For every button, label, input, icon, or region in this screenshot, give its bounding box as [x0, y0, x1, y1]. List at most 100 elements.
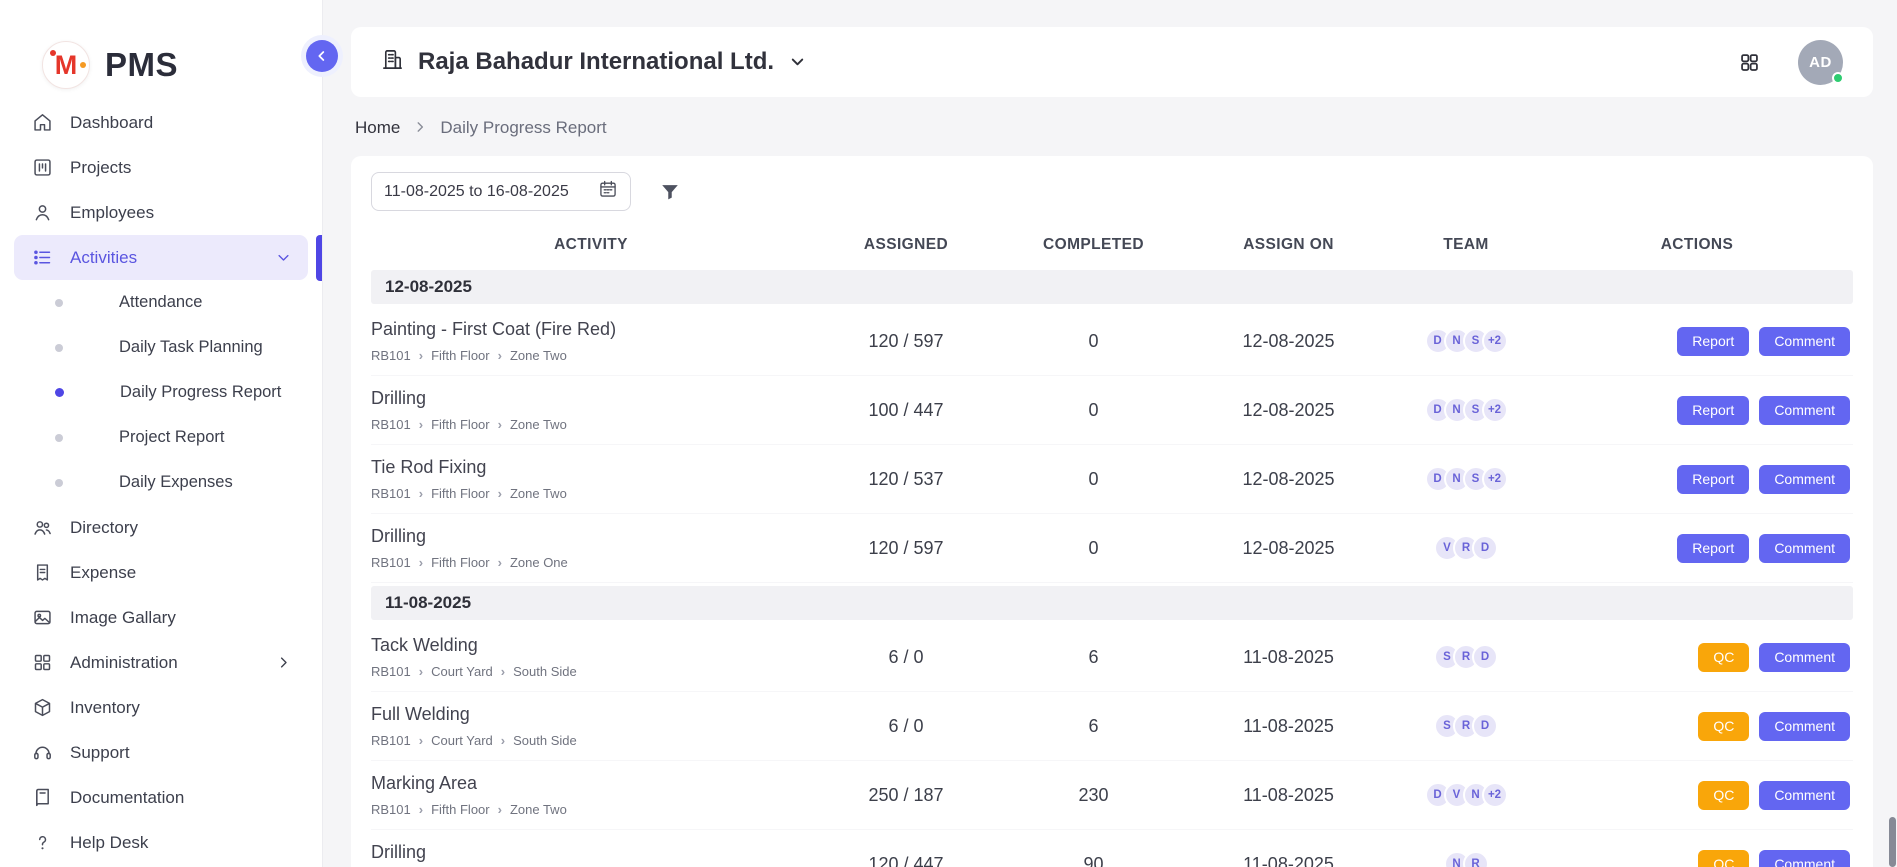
path-segment: South Side [513, 664, 577, 679]
comment-button[interactable]: Comment [1759, 396, 1850, 425]
date-range-input[interactable]: 11-08-2025 to 16-08-2025 [371, 172, 631, 211]
sidebar-item-projects[interactable]: Projects [14, 145, 308, 190]
sidebar-collapse-button[interactable] [306, 40, 338, 72]
sidebar-item-administration[interactable]: Administration [14, 640, 308, 685]
completed-value: 6 [1001, 716, 1186, 737]
assign-on-value: 12-08-2025 [1186, 400, 1391, 421]
scrollbar-thumb[interactable] [1889, 817, 1896, 867]
report-button[interactable]: Report [1677, 327, 1749, 356]
sidebar-item-label: Documentation [70, 788, 184, 808]
team-extra-badge[interactable]: +2 [1482, 397, 1508, 423]
team-extra-badge[interactable]: +2 [1482, 328, 1508, 354]
top-header: Raja Bahadur International Ltd. AD [351, 27, 1873, 97]
comment-button[interactable]: Comment [1759, 850, 1850, 867]
sidebar-item-label: Employees [70, 203, 154, 223]
company-selector[interactable]: Raja Bahadur International Ltd. [381, 48, 807, 76]
activity-title: Drilling [371, 842, 811, 863]
assign-on-value: 11-08-2025 [1186, 716, 1391, 737]
sidebar-item-directory[interactable]: Directory [14, 505, 308, 550]
logo-dot [80, 62, 86, 68]
date-range-value: 11-08-2025 to 16-08-2025 [384, 183, 569, 201]
table-row: Full Welding RB101›Court Yard›South Side… [371, 692, 1853, 761]
apps-grid-icon[interactable] [1739, 52, 1760, 73]
administration-icon [31, 652, 53, 673]
team-extra-badge[interactable]: +2 [1482, 782, 1508, 808]
comment-button[interactable]: Comment [1759, 465, 1850, 494]
column-header-actions: ACTIONS [1541, 236, 1853, 254]
path-segment: Court Yard [431, 733, 493, 748]
team-member-avatar[interactable]: D [1472, 535, 1498, 561]
breadcrumb-home[interactable]: Home [355, 118, 400, 138]
team-member-avatar[interactable]: D [1472, 644, 1498, 670]
comment-button[interactable]: Comment [1759, 712, 1850, 741]
sidebar-item-label: Inventory [70, 698, 140, 718]
activity-title: Painting - First Coat (Fire Red) [371, 319, 811, 340]
completed-value: 230 [1001, 785, 1186, 806]
path-segment: RB101 [371, 555, 411, 570]
projects-icon [31, 157, 53, 178]
sidebar-item-dashboard[interactable]: Dashboard [14, 100, 308, 145]
assign-on-value: 12-08-2025 [1186, 331, 1391, 352]
team-avatars: SRD [1391, 644, 1541, 670]
table-row: Tie Rod Fixing RB101›Fifth Floor›Zone Tw… [371, 445, 1853, 514]
comment-button[interactable]: Comment [1759, 781, 1850, 810]
breadcrumb-current: Daily Progress Report [440, 118, 606, 138]
chevron-right-icon [276, 655, 291, 670]
team-member-avatar[interactable]: D [1472, 713, 1498, 739]
path-segment: South Side [513, 733, 577, 748]
sidebar-subitem-attendance[interactable]: Attendance [14, 280, 308, 325]
sidebar-subitem-daily-task-planning[interactable]: Daily Task Planning [14, 325, 308, 370]
inventory-icon [31, 697, 53, 718]
path-separator-icon: › [419, 417, 423, 432]
row-actions: QC Comment [1541, 712, 1853, 741]
path-separator-icon: › [498, 802, 502, 817]
table-body: 12-08-2025 Painting - First Coat (Fire R… [371, 270, 1853, 867]
sidebar-item-employees[interactable]: Employees [14, 190, 308, 235]
comment-button[interactable]: Comment [1759, 643, 1850, 672]
activity-title: Tie Rod Fixing [371, 457, 811, 478]
team-member-avatar[interactable]: R [1463, 851, 1489, 867]
user-avatar[interactable]: AD [1798, 40, 1843, 85]
completed-value: 0 [1001, 331, 1186, 352]
report-button[interactable]: Report [1677, 396, 1749, 425]
sidebar-subitem-daily-progress-report[interactable]: Daily Progress Report [14, 370, 308, 415]
table-header: ACTIVITY ASSIGNED COMPLETED ASSIGN ON TE… [371, 223, 1853, 267]
sidebar-item-inventory[interactable]: Inventory [14, 685, 308, 730]
bullet-dot-icon [55, 299, 63, 307]
path-separator-icon: › [498, 348, 502, 363]
report-button[interactable]: Report [1677, 534, 1749, 563]
path-segment: Fifth Floor [431, 486, 490, 501]
path-segment: RB101 [371, 486, 411, 501]
sidebar-subitem-project-report[interactable]: Project Report [14, 415, 308, 460]
path-segment: RB101 [371, 664, 411, 679]
row-actions: QC Comment [1541, 643, 1853, 672]
sidebar-item-help-desk[interactable]: Help Desk [14, 820, 308, 865]
sidebar-item-label: Support [70, 743, 130, 763]
bullet-dot-icon [55, 479, 63, 487]
report-button[interactable]: Report [1677, 465, 1749, 494]
comment-button[interactable]: Comment [1759, 534, 1850, 563]
path-segment: Court Yard [431, 664, 493, 679]
sidebar-item-activities[interactable]: Activities [14, 235, 308, 280]
filter-row: 11-08-2025 to 16-08-2025 [371, 172, 1853, 211]
team-extra-badge[interactable]: +2 [1482, 466, 1508, 492]
sidebar-subitem-daily-expenses[interactable]: Daily Expenses [14, 460, 308, 505]
sidebar-item-expense[interactable]: Expense [14, 550, 308, 595]
path-separator-icon: › [419, 664, 423, 679]
sidebar-item-documentation[interactable]: Documentation [14, 775, 308, 820]
activity-title: Full Welding [371, 704, 811, 725]
filter-icon[interactable] [659, 181, 681, 203]
qc-button[interactable]: QC [1698, 643, 1749, 672]
employees-icon [31, 202, 53, 223]
qc-button[interactable]: QC [1698, 781, 1749, 810]
qc-button[interactable]: QC [1698, 712, 1749, 741]
path-separator-icon: › [498, 486, 502, 501]
table-row: Drilling RB101›Fifth Floor›Zone One 120 … [371, 514, 1853, 583]
sidebar-item-label: Expense [70, 563, 136, 583]
sidebar: M PMS Dashboard Projects Employees Activ… [0, 0, 323, 867]
comment-button[interactable]: Comment [1759, 327, 1850, 356]
qc-button[interactable]: QC [1698, 850, 1749, 867]
sidebar-item-image-gallary[interactable]: Image Gallary [14, 595, 308, 640]
sidebar-item-support[interactable]: Support [14, 730, 308, 775]
brand-logo-row: M PMS [0, 0, 322, 100]
